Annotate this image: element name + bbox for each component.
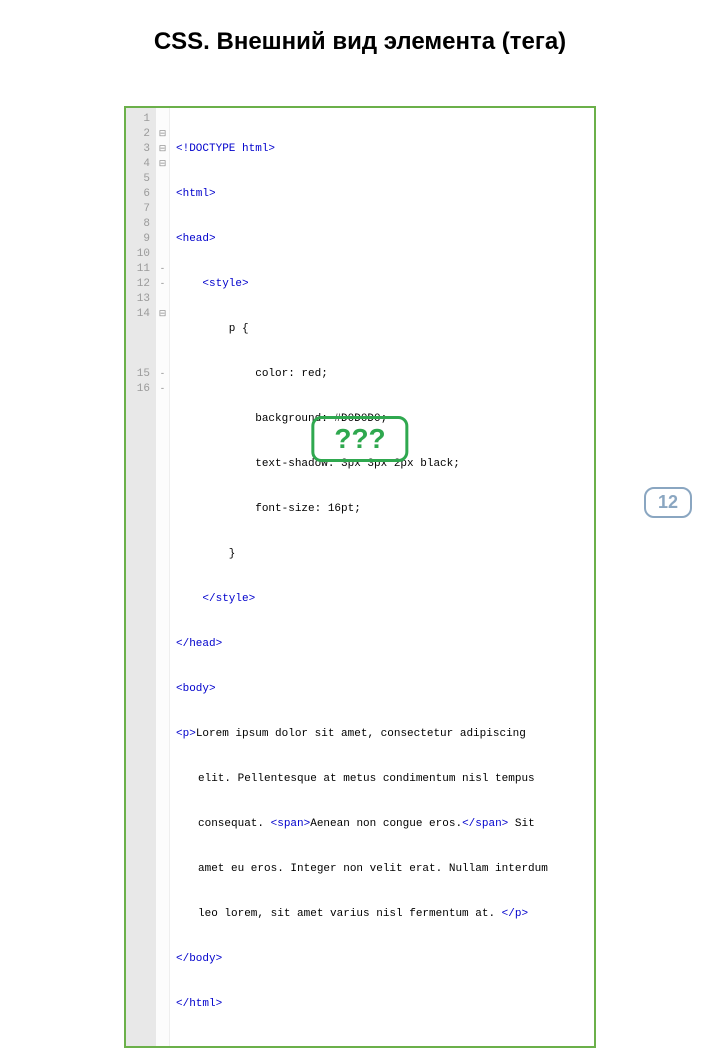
code-line: <body> <box>176 682 548 697</box>
code-line: <style> <box>176 277 548 292</box>
code-line: </head> <box>176 637 548 652</box>
question-callout: ??? <box>311 416 408 462</box>
slide-title: CSS. Внешний вид элемента (тега) <box>0 28 720 56</box>
code-content: <!DOCTYPE html> <html> <head> <style> p … <box>170 108 554 1046</box>
line-number-gutter: 1 2 3 4 5 6 7 8 9 10 11 12 13 14 15 16 <box>126 108 156 1046</box>
code-line: amet eu eros. Integer non velit erat. Nu… <box>176 862 548 877</box>
code-line: <!DOCTYPE html> <box>176 142 548 157</box>
code-line: p { <box>176 322 548 337</box>
code-line: <head> <box>176 232 548 247</box>
code-block: 1 2 3 4 5 6 7 8 9 10 11 12 13 14 15 16 ⊟… <box>124 106 596 1048</box>
code-line: font-size: 16pt; <box>176 502 548 517</box>
page-number: 12 <box>644 487 692 518</box>
code-line: <p>Lorem ipsum dolor sit amet, consectet… <box>176 727 548 742</box>
code-line: </html> <box>176 997 548 1012</box>
code-line: } <box>176 547 548 562</box>
code-line: </body> <box>176 952 548 967</box>
code-line: elit. Pellentesque at metus condimentum … <box>176 772 548 787</box>
fold-gutter: ⊟ ⊟ ⊟ - - ⊟ - - <box>156 108 170 1046</box>
code-line: leo lorem, sit amet varius nisl fermentu… <box>176 907 548 922</box>
code-line: consequat. <span>Aenean non congue eros.… <box>176 817 548 832</box>
code-line: <html> <box>176 187 548 202</box>
code-line: </style> <box>176 592 548 607</box>
code-line: color: red; <box>176 367 548 382</box>
